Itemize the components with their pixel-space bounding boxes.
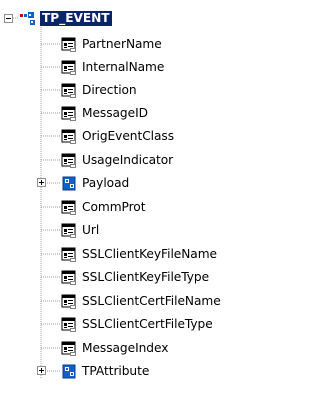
- tree-item-sslclientcertfiletype[interactable]: SSLClientCertFileType: [61, 315, 214, 334]
- property-icon: [61, 106, 78, 122]
- property-icon: [61, 294, 78, 310]
- tree-item-label: SSLClientKeyFileType: [82, 270, 210, 284]
- tree-item-sslclientcertfilename[interactable]: SSLClientCertFileName: [61, 292, 222, 311]
- tree-item-internalname[interactable]: InternalName: [61, 58, 165, 77]
- tree-item-label: Direction: [82, 83, 137, 97]
- class-icon: [61, 176, 78, 192]
- class-icon: [61, 364, 78, 380]
- tree-root-label[interactable]: TP_EVENT: [40, 11, 112, 26]
- tree-item-direction[interactable]: Direction: [61, 81, 138, 100]
- tree-item-label: SSLClientCertFileType: [82, 317, 213, 331]
- property-icon: [61, 270, 78, 286]
- property-icon: [61, 83, 78, 99]
- tree-root-row[interactable]: TP_EVENT: [20, 9, 112, 28]
- expand-toggle-tpattribute[interactable]: [37, 366, 46, 375]
- tree-item-label: Payload: [82, 176, 130, 190]
- tree-item-partnername[interactable]: PartnerName: [61, 35, 163, 54]
- object-class-icon: [20, 11, 37, 27]
- tree-item-label: SSLClientKeyFileName: [82, 247, 217, 261]
- tree-item-messageid[interactable]: MessageID: [61, 104, 149, 123]
- property-icon: [61, 247, 78, 263]
- tree-item-origeventclass[interactable]: OrigEventClass: [61, 127, 175, 146]
- tree-item-label: SSLClientCertFileName: [82, 294, 221, 308]
- tree-item-label: InternalName: [82, 60, 165, 74]
- property-icon: [61, 153, 78, 169]
- property-icon: [61, 223, 78, 239]
- tree-item-label: MessageID: [82, 106, 148, 120]
- tree-item-label: OrigEventClass: [82, 129, 175, 143]
- tree-item-label: TPAttribute: [82, 364, 150, 378]
- tree-item-commprot[interactable]: CommProt: [61, 198, 146, 217]
- tree-item-label: CommProt: [82, 200, 146, 214]
- tree-item-payload[interactable]: Payload: [61, 174, 130, 193]
- property-icon: [61, 317, 78, 333]
- tree-item-sslclientkeyfiletype[interactable]: SSLClientKeyFileType: [61, 268, 210, 287]
- tree-item-label: PartnerName: [82, 37, 162, 51]
- tree-item-url[interactable]: Url: [61, 221, 100, 240]
- property-icon: [61, 129, 78, 145]
- tree-item-label: UsageIndicator: [82, 153, 174, 167]
- property-icon: [61, 341, 78, 357]
- tree-view: TP_EVENT PartnerName InternalName Directio…: [0, 0, 251, 394]
- expand-toggle-payload[interactable]: [37, 178, 46, 187]
- root-collapse-toggle[interactable]: [4, 14, 13, 23]
- property-icon: [61, 200, 78, 216]
- tree-item-tpattribute[interactable]: TPAttribute: [61, 362, 150, 381]
- tree-item-label: MessageIndex: [82, 341, 169, 355]
- tree-item-label: Url: [82, 223, 100, 237]
- tree-item-sslclientkeyfilename[interactable]: SSLClientKeyFileName: [61, 245, 218, 264]
- tree-item-usageindicator[interactable]: UsageIndicator: [61, 151, 174, 170]
- property-icon: [61, 60, 78, 76]
- property-icon: [61, 37, 78, 53]
- tree-item-messageindex[interactable]: MessageIndex: [61, 339, 169, 358]
